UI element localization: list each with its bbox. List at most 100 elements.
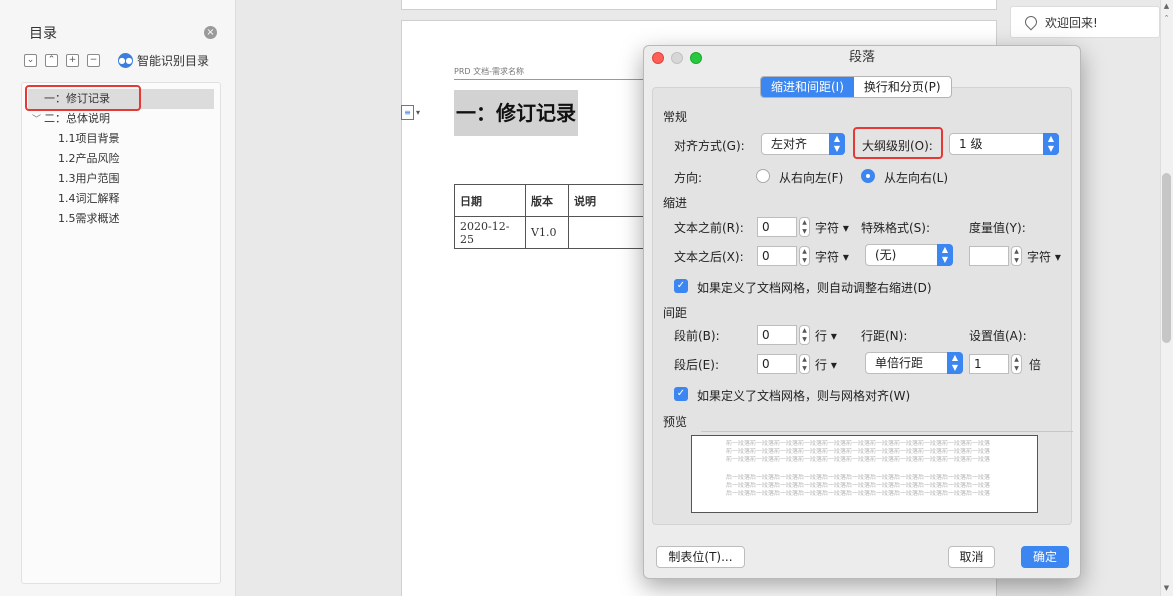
page-icon: ≡	[401, 104, 414, 120]
toc-highlight-box	[25, 85, 141, 111]
preview-prev-paragraph: 前一段落前一段落前一段落前一段落前一段落前一段落前一段落前一段落前一段落前一段落…	[726, 448, 991, 455]
line-spacing-value: 单倍行距	[875, 356, 924, 370]
table-header-cell[interactable]: 版本	[525, 184, 569, 217]
paragraph-handle[interactable]: ≡ ▾	[401, 101, 429, 123]
stepper-arrows-icon[interactable]: ▲ ▼	[799, 325, 810, 345]
section-general: 常规	[663, 110, 688, 124]
updown-chevron-icon: ▲ ▼	[947, 352, 963, 374]
toc-item-risk[interactable]: 1.2产品风险	[22, 149, 222, 169]
table-row: 2020-12-25 V1.0	[454, 216, 649, 249]
toc-item-requirements[interactable]: 1.5需求概述	[22, 209, 222, 229]
welcome-text: 欢迎回来!	[1045, 15, 1098, 30]
chevron-down-icon[interactable]: ﹀	[32, 110, 44, 130]
table-header-cell[interactable]: 说明	[568, 184, 649, 217]
stepper-arrows-icon[interactable]: ▲ ▼	[799, 246, 810, 266]
section-indent: 缩进	[663, 196, 688, 210]
toc-item-label: 1.3用户范围	[58, 172, 120, 185]
updown-chevron-icon: ▲ ▼	[829, 133, 845, 155]
table-cell[interactable]	[568, 216, 649, 249]
indent-before-input[interactable]: 0	[757, 217, 797, 237]
expand-all-icon[interactable]: +	[66, 54, 79, 67]
scroll-up-alt-icon[interactable]: ⌃	[1162, 14, 1171, 22]
measure-unit[interactable]: 字符 ▾	[1027, 248, 1061, 265]
toc-item-label: 1.2产品风险	[58, 152, 120, 165]
setting-value-input[interactable]: 1	[969, 354, 1009, 374]
stepper-arrows-icon[interactable]: ▲ ▼	[799, 354, 810, 374]
preview-prev-paragraph: 前一段落前一段落前一段落前一段落前一段落前一段落前一段落前一段落前一段落前一段落…	[726, 440, 991, 447]
rtl-radio[interactable]	[756, 169, 770, 183]
indent-after-label: 文本之后(X):	[674, 250, 744, 264]
rtl-label: 从右向左(F)	[779, 171, 844, 185]
collapse-all-icon[interactable]: −	[87, 54, 100, 67]
toc-panel: 一：修订记录 ﹀ 二：总体说明 1.1项目背景 1.2产品风险 1.3用户范围 1…	[21, 82, 221, 584]
toc-title: 目录	[29, 26, 57, 42]
outline-level-value: 1 级	[959, 137, 983, 151]
stepper-arrows-icon[interactable]: ▲ ▼	[799, 217, 810, 237]
alignment-value: 左对齐	[771, 137, 808, 151]
header-rule	[454, 79, 654, 80]
indent-after-input[interactable]: 0	[757, 246, 797, 266]
collapse-down-icon[interactable]: ⌄	[24, 54, 37, 67]
toc-item-overview[interactable]: ﹀ 二：总体说明	[22, 109, 222, 129]
welcome-panel[interactable]: 欢迎回来!	[1010, 6, 1160, 38]
alignment-label: 对齐方式(G):	[674, 139, 745, 153]
alignment-select[interactable]: 左对齐 ▲ ▼	[761, 133, 845, 155]
space-before-input[interactable]: 0	[757, 325, 797, 345]
table-cell[interactable]: V1.0	[525, 216, 569, 249]
previous-page-edge	[401, 0, 997, 10]
special-format-select[interactable]: (无) ▲ ▼	[865, 244, 953, 266]
indent-before-label: 文本之前(R):	[674, 221, 744, 235]
indent-grid-checkbox[interactable]: ✓	[674, 279, 688, 293]
section-preview: 预览	[663, 415, 688, 429]
updown-chevron-icon: ▲ ▼	[937, 244, 953, 266]
toc-item-label: 1.5需求概述	[58, 212, 120, 225]
dialog-tabs: 缩进和间距(I) 换行和分页(P)	[760, 76, 952, 98]
toc-item-user-scope[interactable]: 1.3用户范围	[22, 169, 222, 189]
special-format-label: 特殊格式(S):	[861, 221, 931, 235]
table-cell[interactable]: 2020-12-25	[454, 216, 526, 249]
measure-label: 度量值(Y):	[969, 221, 1026, 235]
direction-label: 方向:	[674, 171, 703, 185]
toc-item-background[interactable]: 1.1项目背景	[22, 129, 222, 149]
cancel-button[interactable]: 取消	[948, 546, 995, 568]
line-spacing-label: 行距(N):	[861, 329, 908, 343]
toc-item-glossary[interactable]: 1.4词汇解释	[22, 189, 222, 209]
tab-line-page-break[interactable]: 换行和分页(P)	[854, 77, 951, 97]
stepper-arrows-icon[interactable]: ▲ ▼	[1011, 354, 1022, 374]
indent-grid-label: 如果定义了文档网格，则自动调整右缩进(D)	[697, 281, 932, 295]
toc-item-label: 1.1项目背景	[58, 132, 120, 145]
smart-recognize-icon: ●●	[118, 53, 133, 68]
scrollbar-thumb[interactable]	[1162, 173, 1171, 343]
line-spacing-select[interactable]: 单倍行距 ▲ ▼	[865, 352, 963, 374]
preview-next-paragraph: 后一段落后一段落后一段落后一段落后一段落后一段落后一段落后一段落后一段落后一段落…	[726, 474, 991, 481]
doc-heading[interactable]: 一：修订记录	[454, 90, 578, 136]
measure-input[interactable]	[969, 246, 1009, 266]
ok-button[interactable]: 确定	[1021, 546, 1069, 568]
smart-toc-button[interactable]: ●● 智能识别目录	[118, 52, 209, 69]
special-format-value: (无)	[875, 248, 897, 262]
stepper-arrows-icon[interactable]: ▲ ▼	[1011, 246, 1022, 266]
spacing-grid-checkbox[interactable]: ✓	[674, 387, 688, 401]
table-header-cell[interactable]: 日期	[454, 184, 526, 217]
dialog-title: 段落	[848, 50, 875, 65]
space-before-unit[interactable]: 行 ▾	[815, 327, 837, 344]
space-after-input[interactable]: 0	[757, 354, 797, 374]
indent-after-unit[interactable]: 字符 ▾	[815, 248, 849, 265]
setting-value-unit: 倍	[1029, 358, 1042, 372]
indent-before-unit[interactable]: 字符 ▾	[815, 219, 849, 236]
close-icon[interactable]: ×	[204, 26, 217, 39]
tab-stops-button[interactable]: 制表位(T)...	[656, 546, 745, 568]
scroll-up-icon[interactable]: ▲	[1162, 2, 1171, 10]
collapse-up-icon[interactable]: ⌃	[45, 54, 58, 67]
revision-table[interactable]: 日期 版本 说明 2020-12-25 V1.0	[454, 184, 649, 249]
toc-toolbar: ⌄ ⌃ + − ●● 智能识别目录	[24, 52, 209, 69]
preview-divider	[701, 431, 1073, 432]
spacing-grid-label: 如果定义了文档网格，则与网格对齐(W)	[697, 389, 911, 403]
outline-level-select[interactable]: 1 级 ▲ ▼	[949, 133, 1059, 155]
tab-indent-spacing[interactable]: 缩进和间距(I)	[761, 77, 854, 97]
space-after-unit[interactable]: 行 ▾	[815, 356, 837, 373]
scroll-down-icon[interactable]: ▼	[1162, 584, 1171, 592]
preview-next-paragraph: 后一段落后一段落后一段落后一段落后一段落后一段落后一段落后一段落后一段落后一段落…	[726, 482, 991, 489]
ltr-radio[interactable]	[861, 169, 875, 183]
smart-toc-label: 智能识别目录	[137, 54, 210, 68]
